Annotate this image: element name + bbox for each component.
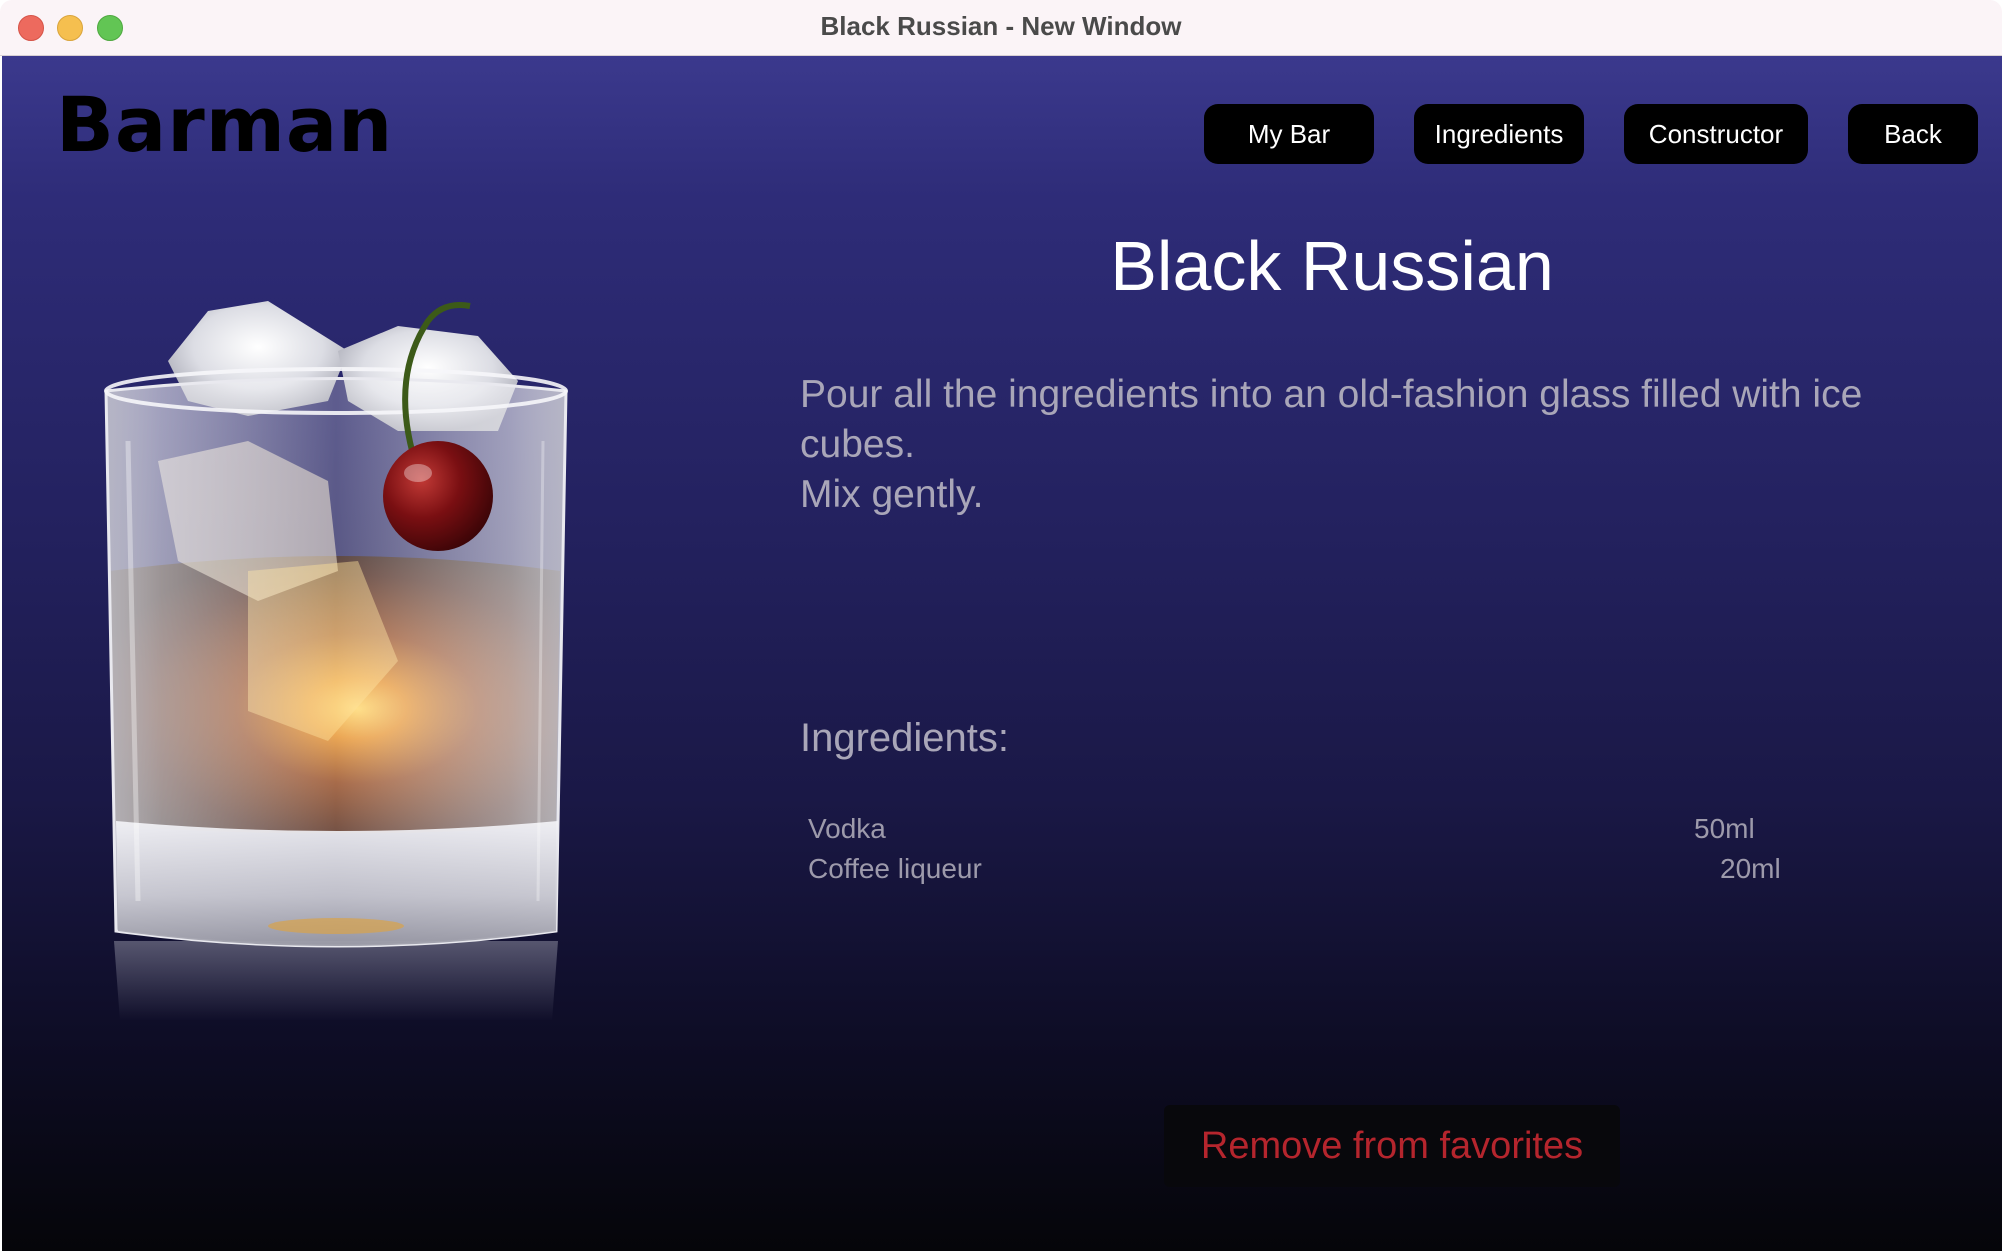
instruction-line: Pour all the ingredients into an old-fas…	[800, 373, 1863, 416]
constructor-button[interactable]: Constructor	[1624, 104, 1808, 164]
remove-from-favorites-button[interactable]: Remove from favorites	[1164, 1105, 1620, 1187]
instruction-line: cubes.	[800, 423, 915, 466]
app-logo: Barman	[56, 80, 394, 169]
cocktail-image	[98, 241, 578, 1021]
instruction-line: Mix gently.	[800, 473, 984, 516]
app-window: Black Russian - New Window Barman My Bar…	[0, 0, 2002, 1251]
ingredient-name: Vodka	[808, 813, 886, 844]
window-title: Black Russian - New Window	[820, 11, 1182, 41]
back-button[interactable]: Back	[1848, 104, 1978, 164]
title-bar: Black Russian - New Window	[0, 0, 2002, 56]
ingredients-button[interactable]: Ingredients	[1414, 104, 1584, 164]
cocktail-page: Barman My Bar Ingredients Constructor Ba…	[2, 56, 2002, 1251]
ingredient-amount: 20ml	[1720, 853, 1781, 884]
my-bar-button[interactable]: My Bar	[1204, 104, 1374, 164]
ingredient-name: Coffee liqueur	[808, 853, 982, 884]
ingredient-amount: 50ml	[1694, 813, 1755, 844]
cocktail-instructions: Pour all the ingredients into an old-fas…	[800, 370, 1930, 520]
cocktail-title: Black Russian	[1110, 227, 1554, 305]
ingredients-heading: Ingredients:	[800, 716, 1010, 760]
